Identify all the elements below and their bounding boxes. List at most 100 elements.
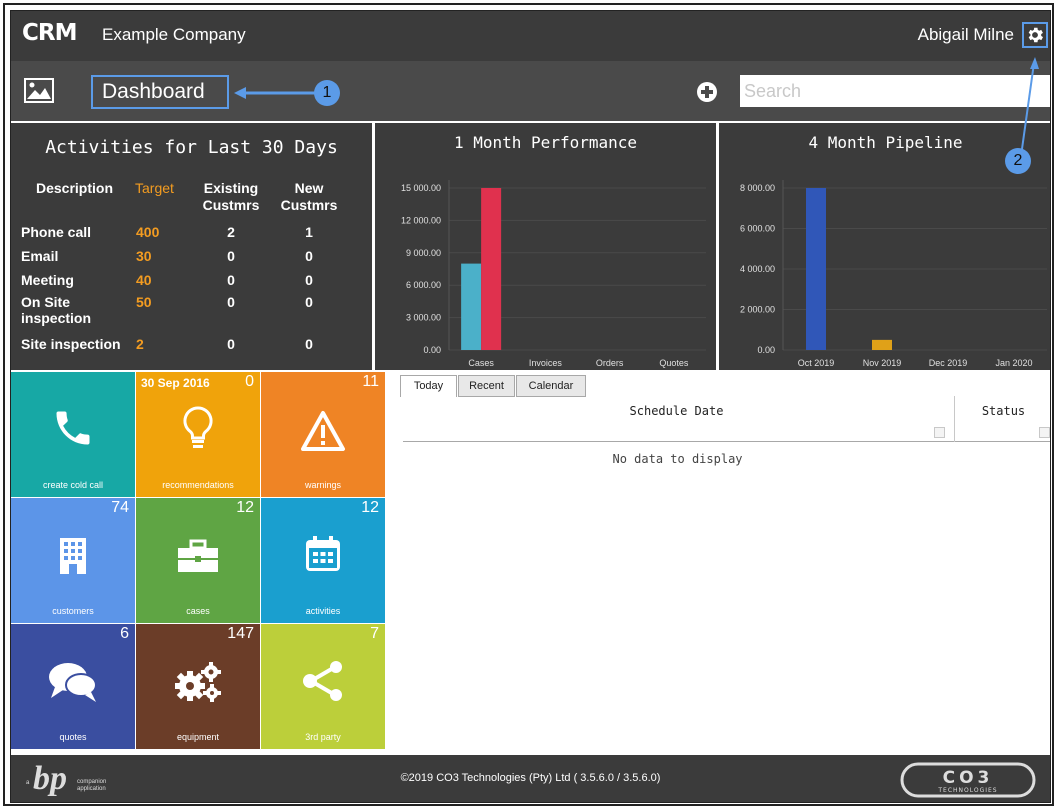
tile-label: recommendations	[162, 480, 234, 490]
column-schedule-date[interactable]: Schedule Date	[403, 396, 950, 442]
activity-new: 0	[305, 294, 313, 310]
tile-grid: create cold call 30 Sep 2016 0 recommend…	[11, 372, 397, 752]
app-window: CRM Example Company Abigail Milne Dashbo…	[10, 10, 1051, 803]
activities-table: Description Target Existing Custmrs New Cu…	[21, 180, 350, 356]
x-tick-label: Quotes	[659, 358, 689, 368]
y-tick-label: 0.00	[423, 345, 441, 355]
tile-label: cases	[186, 606, 210, 616]
y-tick-label: 0.00	[757, 345, 775, 355]
search-input[interactable]	[740, 75, 1050, 107]
column-status-label: Status	[981, 404, 1026, 418]
image-icon[interactable]	[24, 78, 54, 103]
tile-warnings[interactable]: 11 warnings	[261, 372, 385, 497]
bar[interactable]	[806, 188, 826, 350]
tile-label: create cold call	[42, 480, 104, 490]
tile-count: 11	[362, 373, 379, 390]
company-name: Example Company	[102, 25, 246, 44]
tile-label: equipment	[176, 732, 220, 742]
building-icon	[60, 538, 86, 574]
title-bar: Dashboard	[11, 61, 1050, 121]
header-existing-line1: Existing	[203, 180, 259, 196]
crm-logo[interactable]: CRM	[22, 20, 77, 46]
user-name[interactable]: Abigail Milne	[918, 25, 1014, 45]
x-tick-label: Nov 2019	[863, 358, 902, 368]
tile-create-cold-call[interactable]: create cold call	[11, 372, 135, 497]
y-tick-label: 2 000.00	[740, 305, 775, 315]
bar[interactable]	[872, 339, 892, 350]
activity-target: 40	[136, 272, 152, 288]
tile-3rd-party[interactable]: 7 3rd party	[261, 624, 385, 749]
y-tick-label: 9 000.00	[406, 248, 441, 258]
y-tick-label: 6 000.00	[740, 224, 775, 234]
header-description: Description	[36, 180, 114, 196]
pipeline-panel: 4 Month Pipeline 8 000.00 6 000.00 4 000.0…	[719, 123, 1050, 370]
tile-recommendations[interactable]: 30 Sep 2016 0 recommendations	[136, 372, 260, 497]
co3-logo-subtext: TECHNOLOGIES	[937, 787, 997, 794]
activity-description: On Site inspection	[21, 292, 132, 332]
column-status[interactable]: Status	[954, 396, 1050, 442]
chat-bubbles-icon	[49, 663, 97, 702]
tile-activities[interactable]: 12 activities	[261, 498, 385, 623]
activity-row[interactable]: On Site inspection 50 0 0	[21, 292, 350, 332]
activity-existing: 0	[227, 248, 235, 264]
briefcase-icon	[178, 539, 218, 572]
filter-dropdown-icon[interactable]	[934, 427, 945, 438]
activity-description: Email	[21, 248, 59, 264]
activity-description: Meeting	[21, 272, 74, 288]
tab-calendar[interactable]: Calendar	[516, 375, 586, 397]
performance-title: 1 Month Performance	[453, 133, 638, 152]
activity-row[interactable]: Phone call 400 2 1	[21, 220, 350, 244]
activities-panel: Activities for Last 30 Days Description …	[11, 123, 372, 370]
tile-customers[interactable]: 74 customers	[11, 498, 135, 623]
plus-circle-icon[interactable]	[696, 81, 718, 103]
tile-equipment[interactable]: 147 equipment	[136, 624, 260, 749]
activity-target: 50	[136, 294, 152, 310]
y-tick-label: 8 000.00	[740, 183, 775, 193]
pipeline-title: 4 Month Pipeline	[808, 133, 963, 152]
activity-description: Phone call	[21, 224, 92, 240]
empty-message: No data to display	[612, 452, 743, 466]
activity-description-line2: inspection	[21, 310, 92, 326]
tile-label: warnings	[304, 480, 342, 490]
callout-2: 2	[1005, 148, 1031, 174]
tile-count: 12	[361, 499, 379, 516]
header-target: Target	[135, 180, 174, 196]
activity-description: Site inspection	[21, 336, 121, 352]
activity-row[interactable]: Site inspection 2 0 0	[21, 332, 350, 356]
tile-date: 30 Sep 2016	[141, 376, 210, 390]
column-schedule-date-label: Schedule Date	[629, 404, 724, 418]
bar[interactable]	[481, 188, 502, 350]
tile-count: 147	[227, 625, 254, 642]
activity-existing: 0	[227, 272, 235, 288]
y-tick-label: 3 000.00	[406, 313, 441, 323]
activity-row[interactable]: Meeting 40 0 0	[21, 268, 350, 292]
bar[interactable]	[461, 263, 482, 350]
y-tick-label: 12 000.00	[401, 215, 441, 225]
activity-new: 0	[305, 336, 313, 352]
filter-dropdown-icon[interactable]	[1039, 427, 1050, 438]
x-tick-label: Orders	[596, 358, 624, 368]
page-title: Dashboard	[91, 75, 229, 109]
tile-count: 74	[111, 499, 129, 516]
tile-cases[interactable]: 12 cases	[136, 498, 260, 623]
performance-panel: 1 Month Performance 15 000.00 12 000.00 9 …	[375, 123, 716, 370]
copyright-text: ©2019 CO3 Technologies (Pty) Ltd ( 3.5.6…	[400, 772, 661, 784]
tab-recent[interactable]: Recent	[458, 375, 515, 397]
schedule-grid-header: Schedule Date Status	[403, 396, 1050, 442]
tile-quotes[interactable]: 6 quotes	[11, 624, 135, 749]
activity-description-line1: On Site	[21, 294, 71, 310]
x-tick-label: Cases	[468, 358, 494, 368]
activity-target: 30	[136, 248, 152, 264]
header-new-line2: Custmrs	[280, 197, 338, 213]
activity-existing: 0	[227, 294, 235, 310]
header-existing-line2: Custmrs	[202, 197, 260, 213]
bp-tagline-line2: application	[77, 786, 106, 792]
performance-chart: 15 000.00 12 000.00 9 000.00 6 000.00 3 000.…	[401, 180, 706, 368]
settings-button[interactable]	[1022, 22, 1048, 48]
app-frame: CRM Example Company Abigail Milne Dashbo…	[3, 3, 1054, 806]
activity-new: 0	[305, 248, 313, 264]
lightbulb-icon	[183, 406, 213, 448]
activity-row[interactable]: Email 30 0 0	[21, 244, 350, 268]
tile-label: customers	[52, 606, 94, 616]
tab-today[interactable]: Today	[400, 375, 457, 397]
